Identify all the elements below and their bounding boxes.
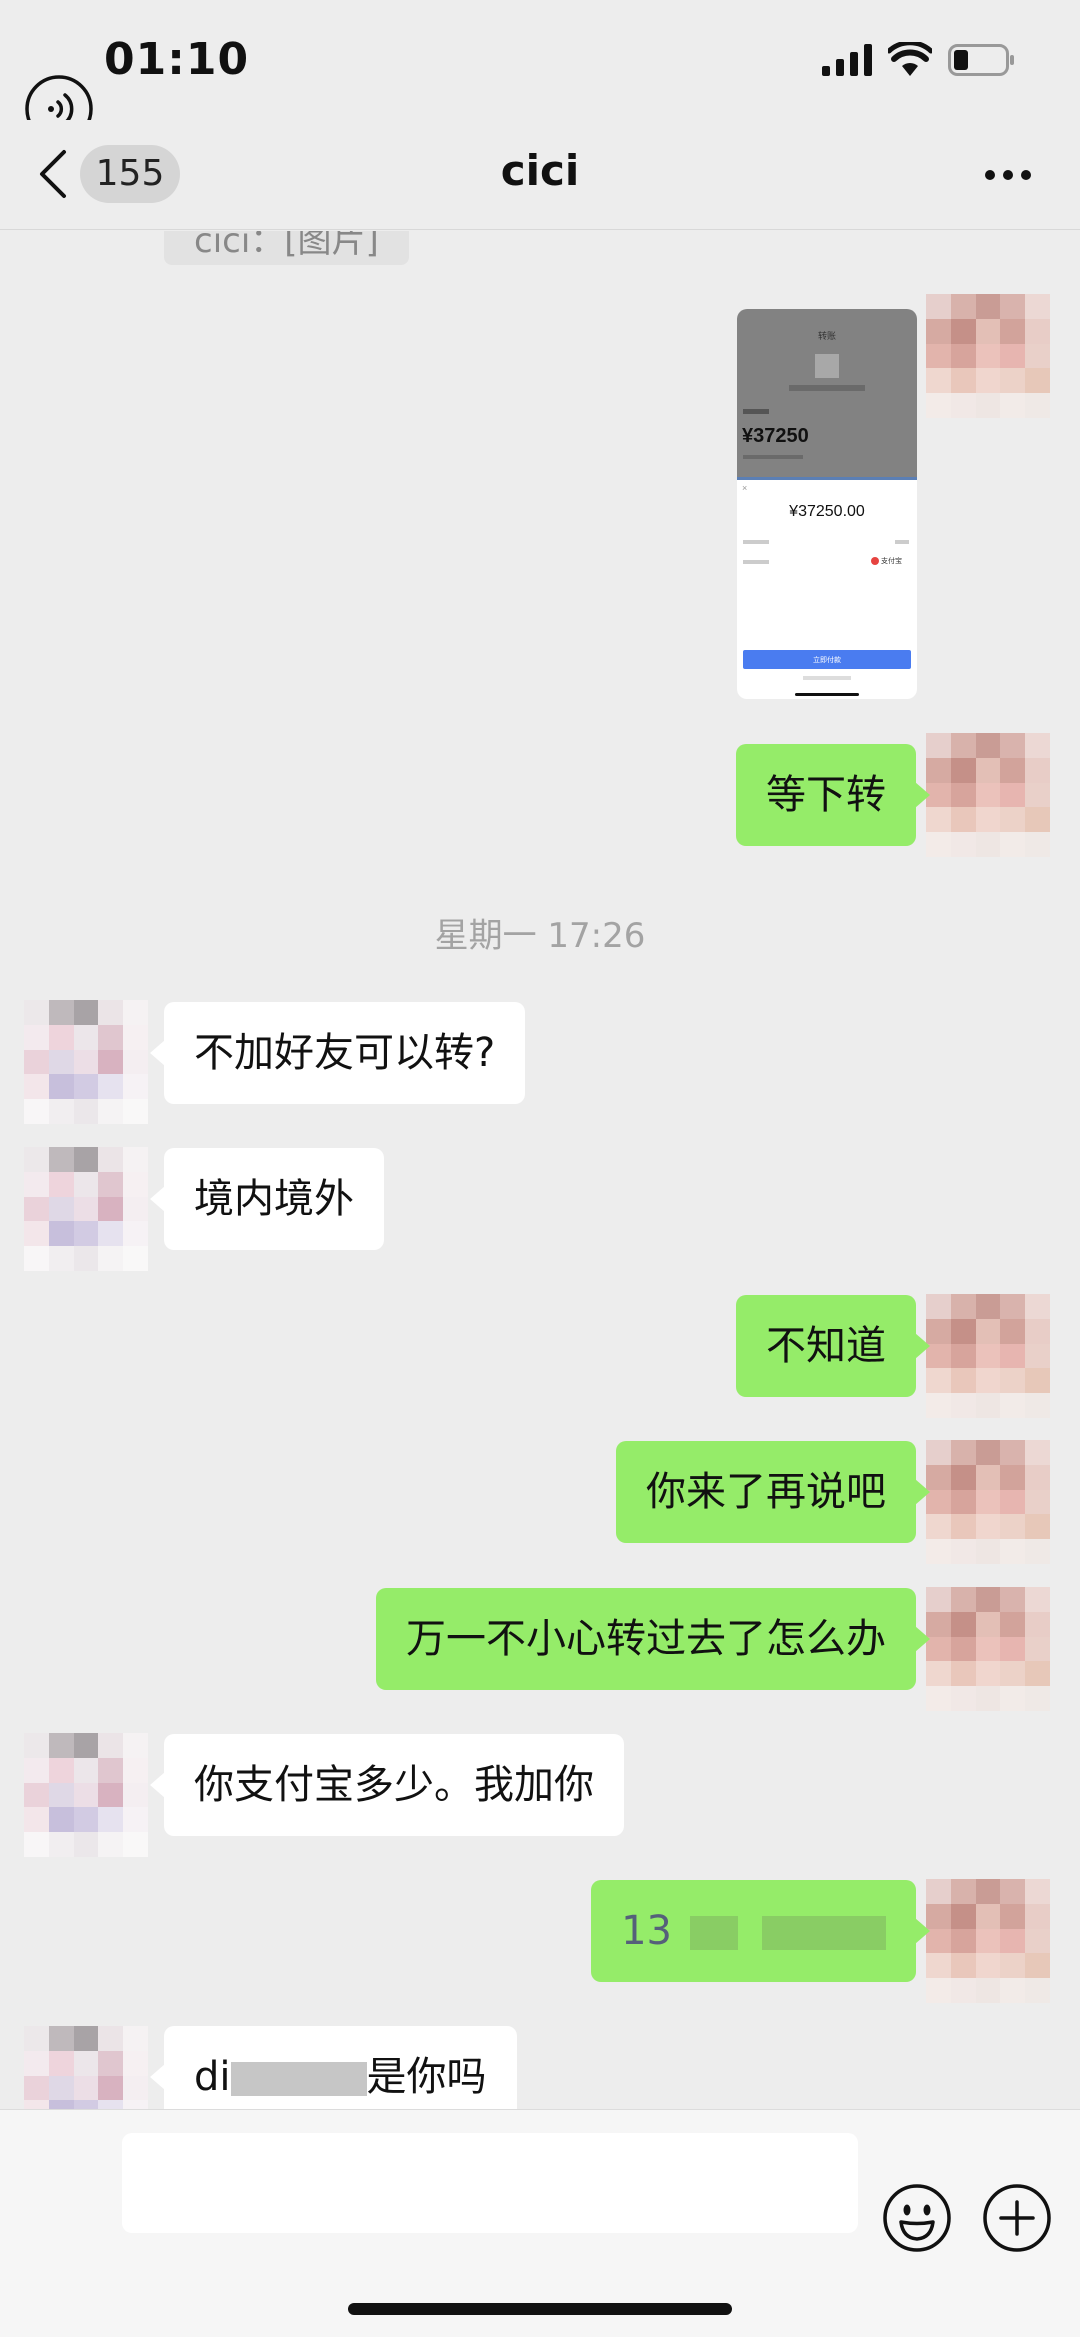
redacted-text — [762, 1916, 886, 1950]
contact-avatar[interactable] — [24, 1147, 148, 1271]
contact-avatar[interactable] — [24, 2026, 148, 2109]
home-indicator — [348, 2303, 732, 2315]
phone-number-prefix: 13 — [621, 1908, 672, 1954]
cellular-signal-icon — [822, 44, 872, 76]
status-bar: 01:10 — [0, 0, 1080, 120]
message-suffix: 是你吗 — [366, 2054, 487, 2100]
transfer-screenshot-image[interactable]: 转账 ¥37250 × ¥37250.00 支付宝 立即付款 — [737, 309, 917, 699]
my-avatar[interactable] — [926, 1587, 1050, 1711]
chat-title: cici — [500, 146, 580, 195]
my-avatar[interactable] — [926, 733, 1050, 857]
emoji-icon[interactable] — [882, 2183, 952, 2253]
incoming-message[interactable]: 你支付宝多少。我加你 — [150, 1734, 624, 1836]
chat-header: 155 cici — [0, 120, 1080, 230]
contact-avatar[interactable] — [24, 1733, 148, 1857]
message-input[interactable] — [122, 2133, 858, 2233]
redacted-text — [690, 1916, 738, 1950]
outgoing-message[interactable]: 你来了再说吧 — [616, 1441, 930, 1543]
my-avatar[interactable] — [926, 294, 1050, 418]
quoted-message[interactable]: cici：[图片] — [164, 231, 409, 265]
incoming-message[interactable]: 境内境外 — [150, 1148, 384, 1250]
my-avatar[interactable] — [926, 1879, 1050, 2003]
outgoing-message[interactable]: 不知道 — [736, 1295, 930, 1397]
outgoing-message[interactable]: 13 — [591, 1880, 930, 1982]
more-options-icon[interactable] — [984, 168, 1032, 182]
battery-icon — [948, 44, 1014, 76]
message-timestamp: 星期一 17:26 — [434, 916, 646, 956]
outgoing-message[interactable]: 万一不小心转过去了怎么办 — [376, 1588, 930, 1690]
wifi-icon — [888, 42, 932, 76]
plus-icon[interactable] — [982, 2183, 1052, 2253]
my-avatar[interactable] — [926, 1294, 1050, 1418]
incoming-message[interactable]: di 是你吗 — [150, 2026, 517, 2109]
message-list[interactable]: cici：[图片] 转账 ¥37250 × ¥37250.00 支付宝 立即付款… — [0, 231, 1080, 2109]
outgoing-message[interactable]: 等下转 — [736, 744, 930, 846]
my-avatar[interactable] — [926, 1440, 1050, 1564]
redacted-text — [230, 2062, 367, 2096]
contact-avatar[interactable] — [24, 1000, 148, 1124]
message-prefix: di — [194, 2054, 231, 2100]
status-time: 01:10 — [104, 34, 250, 85]
incoming-message[interactable]: 不加好友可以转? — [149, 1002, 526, 1104]
